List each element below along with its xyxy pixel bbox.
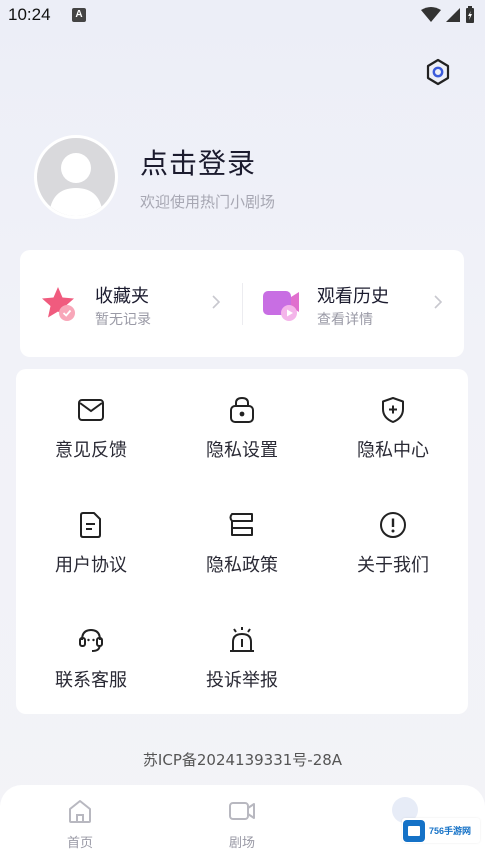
menu-label: 隐私中心	[357, 440, 429, 461]
battery-icon	[466, 6, 474, 23]
login-title[interactable]: 点击登录	[140, 142, 256, 182]
menu-label: 联系客服	[55, 670, 127, 691]
settings-button[interactable]	[422, 56, 454, 88]
menu-item-privacy-policy[interactable]: 隐私政策	[167, 484, 317, 594]
menu-label: 投诉举报	[206, 670, 278, 691]
menu-label: 隐私政策	[206, 555, 278, 576]
menu-item-customer-service[interactable]: 联系客服	[16, 599, 166, 709]
nav-tab-home[interactable]: 首页	[40, 797, 120, 857]
user-placeholder-icon	[49, 153, 103, 216]
signal-icon	[446, 8, 460, 22]
status-icons	[421, 6, 475, 24]
watermark-text: 756手游网	[429, 826, 472, 836]
info-exclamation-icon	[380, 512, 406, 538]
wifi-icon	[421, 7, 441, 22]
scroll-icon	[229, 513, 253, 536]
nav-label: 首页	[66, 836, 93, 851]
star-favorite-icon	[42, 287, 75, 321]
favorites-entry[interactable]: 收藏夹 暂无记录	[20, 250, 242, 357]
headset-icon	[79, 628, 103, 652]
history-subtitle: 查看详情	[317, 312, 373, 328]
menu-label: 关于我们	[357, 555, 429, 576]
menu-label: 意见反馈	[55, 440, 127, 461]
video-camera-icon	[229, 802, 255, 820]
shield-plus-icon	[382, 397, 404, 423]
nav-label: 剧场	[228, 836, 255, 851]
history-title: 观看历史	[317, 286, 389, 307]
avatar[interactable]	[34, 135, 118, 219]
icp-record[interactable]: 苏ICP备2024139331号-28A	[0, 749, 485, 770]
menu-item-about-us[interactable]: 关于我们	[318, 484, 468, 594]
notification-a-icon: A	[72, 8, 86, 22]
menu-item-user-agreement[interactable]: 用户协议	[16, 484, 166, 594]
status-bar: 10:24 A	[0, 0, 485, 32]
menu-item-report[interactable]: 投诉举报	[167, 599, 317, 709]
menu-item-feedback[interactable]: 意见反馈	[16, 369, 166, 479]
alarm-icon	[230, 627, 254, 652]
favorites-title: 收藏夹	[95, 286, 149, 307]
video-history-icon	[263, 291, 299, 321]
quick-access-card: 收藏夹 暂无记录 观看历史 查看详情	[20, 250, 464, 357]
favorites-subtitle: 暂无记录	[95, 312, 151, 328]
settings-hexagon-icon	[426, 58, 450, 86]
menu-label: 隐私设置	[206, 440, 278, 461]
menu-item-privacy-center[interactable]: 隐私中心	[318, 369, 468, 479]
menu-item-privacy-settings[interactable]: 隐私设置	[167, 369, 317, 479]
login-subtitle: 欢迎使用热门小剧场	[140, 193, 276, 211]
lock-icon	[230, 396, 254, 423]
document-icon	[80, 512, 101, 538]
history-entry[interactable]: 观看历史 查看详情	[242, 250, 464, 357]
status-time: 10:24	[8, 5, 51, 24]
nav-tab-theater[interactable]: 剧场	[202, 797, 282, 857]
chevron-right-icon	[434, 295, 443, 309]
menu-grid: 意见反馈 隐私设置 隐私中心 用户协议 隐私政策 关于我们 联系客服 投诉举报	[16, 369, 468, 714]
menu-label: 用户协议	[55, 555, 127, 576]
watermark-badge: 756手游网	[402, 818, 480, 843]
watermark-logo-icon	[403, 819, 425, 842]
home-icon	[69, 800, 91, 823]
chevron-right-icon	[212, 295, 221, 309]
envelope-icon	[78, 399, 104, 421]
